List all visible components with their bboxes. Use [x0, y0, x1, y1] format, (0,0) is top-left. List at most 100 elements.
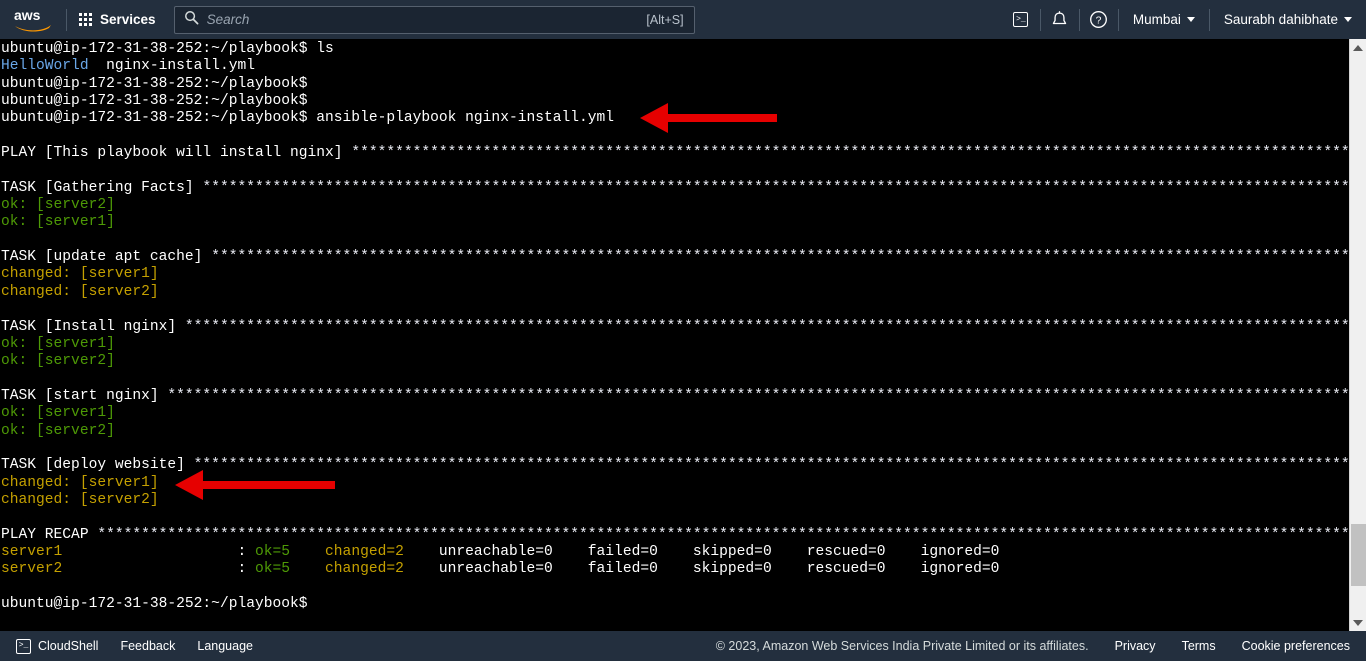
- terminal-text: ok: [server2]: [1, 422, 115, 439]
- terminal-text: ubuntu@ip-172-31-38-252:~/playbook$ ls: [1, 41, 334, 57]
- terminal-line: ubuntu@ip-172-31-38-252:~/playbook$: [0, 596, 1349, 613]
- chevron-down-icon: [1344, 17, 1352, 22]
- terminal-text: ****************************************…: [167, 387, 1349, 404]
- arrow-head-icon: [175, 470, 203, 500]
- terminal-line: ok: [server1]: [0, 336, 1349, 353]
- terminal-line: PLAY [This playbook will install nginx] …: [0, 145, 1349, 162]
- terminal-line: ubuntu@ip-172-31-38-252:~/playbook$: [0, 76, 1349, 93]
- footer-privacy-link[interactable]: Privacy: [1115, 639, 1156, 653]
- top-navigation-bar: aws Services [Alt+S] >_: [0, 0, 1366, 39]
- region-selector[interactable]: Mumbai: [1119, 0, 1209, 39]
- terminal-text: TASK [update apt cache]: [1, 249, 212, 266]
- aws-logo-icon: aws: [14, 7, 51, 32]
- terminal-text: ok: [server2]: [1, 197, 115, 214]
- terminal-line: ok: [server1]: [0, 214, 1349, 231]
- terminal-text: changed=2: [325, 543, 404, 560]
- cloudshell-launch-button[interactable]: >_: [1002, 0, 1040, 39]
- footer-bar: >_ CloudShell Feedback Language © 2023, …: [0, 631, 1366, 661]
- terminal-text: HelloWorld: [1, 58, 89, 75]
- terminal-text: :: [62, 561, 255, 578]
- terminal-text: ****************************************…: [211, 249, 1349, 266]
- svg-text:aws: aws: [14, 7, 41, 23]
- scrollbar-up-arrow[interactable]: [1350, 39, 1366, 56]
- terminal-line: ubuntu@ip-172-31-38-252:~/playbook$ ls: [0, 41, 1349, 58]
- search-shortcut-hint: [Alt+S]: [646, 12, 684, 27]
- terminal-text: TASK [Install nginx]: [1, 318, 185, 335]
- footer-cloudshell-button[interactable]: >_ CloudShell: [16, 638, 99, 654]
- terminal-text: ok: [server1]: [1, 214, 115, 231]
- terminal-text: TASK [start nginx]: [1, 387, 168, 404]
- terminal-text: changed: [server2]: [1, 491, 159, 508]
- terminal-line: server2 : ok=5 changed=2 unreachable=0 f…: [0, 561, 1349, 578]
- services-menu-button[interactable]: Services: [67, 0, 168, 39]
- terminal-line: changed: [server2]: [0, 284, 1349, 301]
- terminal-line: HelloWorld nginx-install.yml: [0, 58, 1349, 75]
- terminal-text: TASK [deploy website]: [1, 457, 194, 474]
- terminal-scrollbar[interactable]: [1349, 39, 1366, 631]
- arrow-pointing-to-deploy-website-changed: [175, 470, 335, 500]
- terminal-line: server1 : ok=5 changed=2 unreachable=0 f…: [0, 544, 1349, 561]
- account-menu[interactable]: Saurabh dahibhate: [1210, 0, 1366, 39]
- search-icon: [184, 10, 199, 30]
- terminal-text: ubuntu@ip-172-31-38-252:~/playbook$ ansi…: [1, 110, 615, 127]
- terminal-text: unreachable=0 failed=0 skipped=0 rescued…: [403, 543, 1000, 560]
- terminal-text: ****************************************…: [202, 179, 1349, 196]
- terminal-line: TASK [start nginx] *********************…: [0, 388, 1349, 405]
- terminal-line: PLAY RECAP *****************************…: [0, 527, 1349, 544]
- notifications-button[interactable]: [1041, 0, 1079, 39]
- terminal-text: nginx-install.yml: [88, 58, 255, 75]
- grid-icon: [79, 13, 92, 26]
- terminal-line: ok: [server2]: [0, 197, 1349, 214]
- scrollbar-down-arrow[interactable]: [1350, 614, 1366, 631]
- footer-terms-link[interactable]: Terms: [1182, 639, 1216, 653]
- terminal-text: ****************************************…: [193, 457, 1349, 474]
- arrow-pointing-to-ansible-command: [640, 103, 777, 133]
- footer-right-group: © 2023, Amazon Web Services India Privat…: [716, 639, 1350, 653]
- svg-text:?: ?: [1096, 16, 1102, 27]
- terminal-line: TASK [Install nginx] *******************…: [0, 319, 1349, 336]
- terminal-line: ok: [server2]: [0, 423, 1349, 440]
- terminal-text: :: [62, 543, 255, 560]
- terminal-text: ok: [server2]: [1, 353, 115, 370]
- terminal-line: ok: [server1]: [0, 405, 1349, 422]
- chevron-down-icon: [1186, 17, 1195, 22]
- terminal-line: TASK [update apt cache] ****************…: [0, 249, 1349, 266]
- footer-copyright: © 2023, Amazon Web Services India Privat…: [715, 639, 1089, 653]
- help-button[interactable]: ?: [1080, 0, 1118, 39]
- terminal-text: ****************************************…: [184, 318, 1349, 335]
- nav-right-group: >_ ? Mumbai Saurabh dahibhate: [1002, 0, 1366, 39]
- terminal-text: changed=2: [325, 561, 404, 578]
- region-label: Mumbai: [1132, 12, 1181, 27]
- aws-logo[interactable]: aws: [0, 0, 66, 39]
- cloudshell-icon: >_: [1013, 12, 1029, 27]
- search-input[interactable]: [206, 12, 647, 27]
- global-search-box[interactable]: [Alt+S]: [173, 5, 695, 34]
- terminal-text: changed: [server1]: [1, 474, 159, 491]
- footer-cookie-preferences-link[interactable]: Cookie preferences: [1242, 639, 1350, 653]
- terminal-text: server1: [1, 543, 63, 560]
- arrow-shaft: [201, 481, 335, 489]
- bell-icon: [1053, 10, 1067, 24]
- footer-feedback-link[interactable]: Feedback: [120, 639, 175, 653]
- terminal-text: server2: [1, 561, 63, 578]
- triangle-up-icon: [1353, 44, 1363, 51]
- terminal-text: PLAY [This playbook will install nginx]: [1, 145, 352, 162]
- arrow-head-icon: [640, 103, 668, 133]
- terminal-line: changed: [server1]: [0, 266, 1349, 283]
- footer-language-link[interactable]: Language: [197, 639, 253, 653]
- terminal-text: ubuntu@ip-172-31-38-252:~/playbook$: [1, 596, 308, 612]
- footer-cloudshell-label: CloudShell: [38, 639, 99, 653]
- terminal-text: unreachable=0 failed=0 skipped=0 rescued…: [403, 561, 1000, 578]
- terminal-text: PLAY RECAP: [1, 526, 98, 543]
- scrollbar-thumb[interactable]: [1351, 524, 1366, 586]
- terminal-text: ok: [server1]: [1, 335, 115, 352]
- account-label: Saurabh dahibhate: [1223, 12, 1338, 27]
